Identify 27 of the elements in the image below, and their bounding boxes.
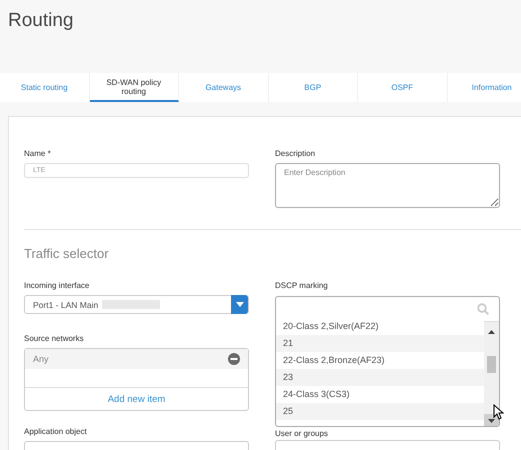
user-groups-field[interactable] (275, 440, 500, 450)
field-label: User or groups (275, 429, 329, 438)
interface-select[interactable]: Port1 - LAN Main (24, 295, 249, 314)
scroll-up-icon[interactable] (488, 330, 495, 334)
description-textarea[interactable]: Enter Description (275, 163, 500, 208)
dropdown-option[interactable]: 21 (276, 335, 484, 352)
field-label: Incoming interface (24, 281, 90, 290)
scrollbar-thumb[interactable] (487, 356, 496, 373)
add-item-link[interactable]: Add new item (25, 387, 248, 410)
dropdown-option[interactable]: 23 (276, 369, 484, 386)
search-icon (477, 303, 489, 315)
tab[interactable]: SD-WAN policy routing (90, 73, 179, 102)
field-label: Source networks (24, 334, 85, 343)
section-title: Traffic selector (24, 246, 110, 261)
list-item: Any (25, 349, 248, 369)
page-title: Routing (8, 10, 74, 31)
field-label: Name * (24, 149, 52, 158)
remove-icon[interactable] (228, 353, 240, 365)
scroll-down-icon[interactable] (484, 414, 499, 426)
dropdown-button[interactable] (231, 295, 248, 314)
dropdown-option[interactable]: 25 (276, 403, 484, 420)
field-label: DSCP marking (275, 281, 329, 290)
field-label: Description (275, 149, 316, 158)
caret-icon (236, 302, 244, 307)
application-object-field[interactable] (24, 441, 249, 450)
scrollbar[interactable] (484, 322, 499, 426)
field-label: Application object (24, 427, 88, 436)
